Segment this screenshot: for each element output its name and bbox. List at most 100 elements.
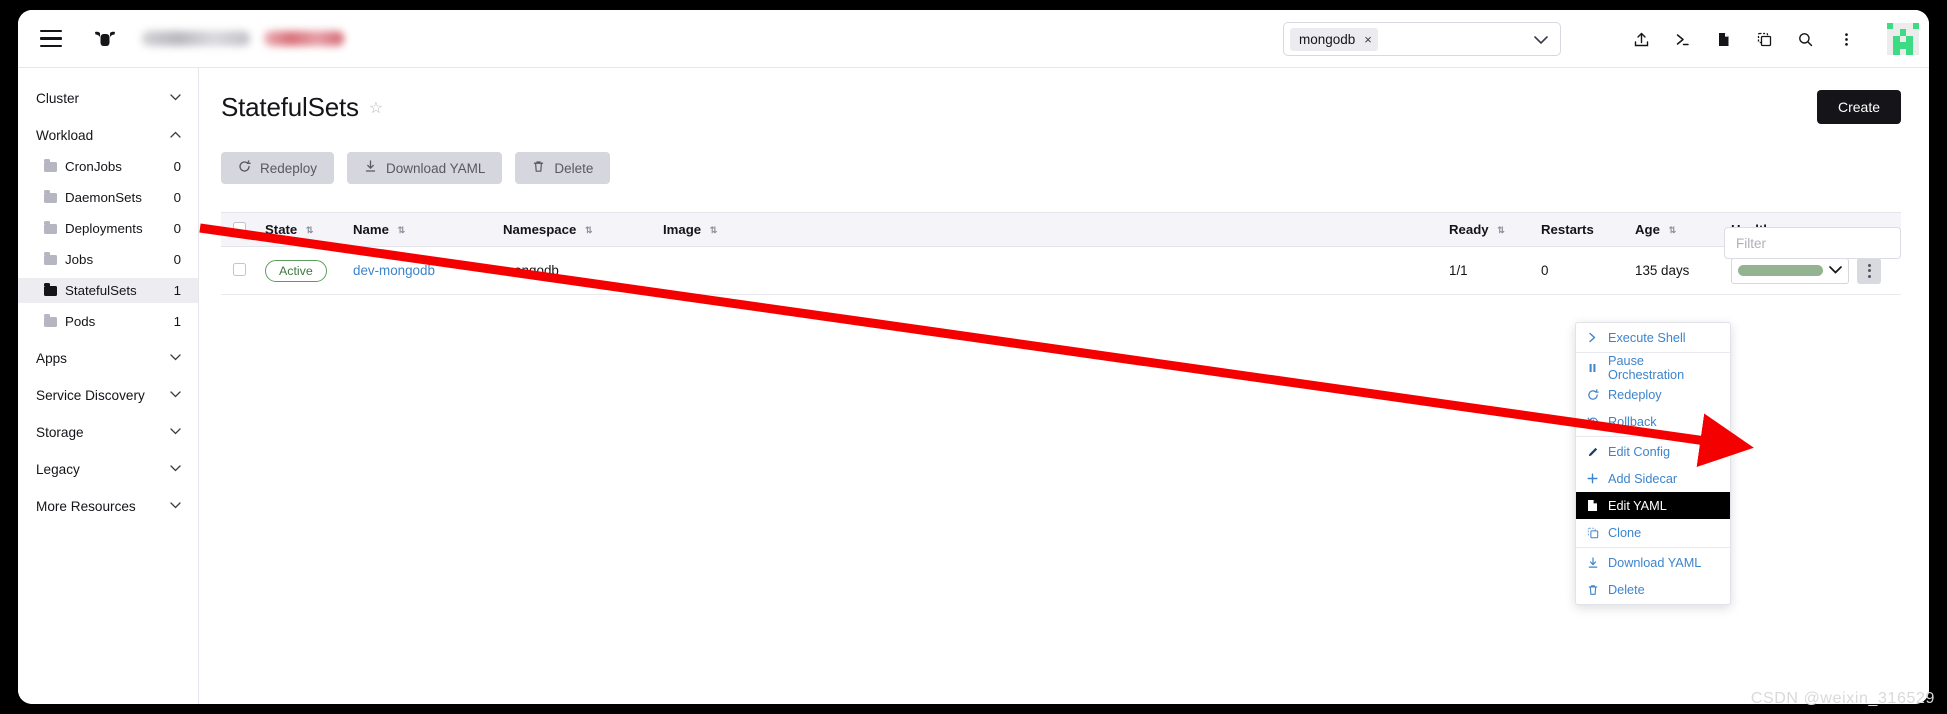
pause-icon — [1586, 363, 1599, 373]
sidebar-item-count: 0 — [173, 221, 181, 236]
chevron-down-icon — [170, 463, 181, 475]
sidebar-item-jobs[interactable]: Jobs 0 — [18, 247, 198, 272]
sort-icon: ⇅ — [709, 225, 718, 235]
import-yaml-icon[interactable] — [1621, 19, 1662, 59]
sidebar-group-storage[interactable]: Storage — [18, 419, 198, 445]
chevron-down-icon — [170, 92, 181, 104]
page-title: StatefulSets — [221, 92, 359, 122]
sidebar-item-statefulsets[interactable]: StatefulSets 1 — [18, 278, 198, 303]
clone-icon — [1586, 527, 1599, 539]
health-indicator[interactable] — [1731, 257, 1849, 284]
main-content: StatefulSets ☆ Create Redeploy Download … — [199, 68, 1929, 704]
menu-item-edit-yaml[interactable]: Edit YAML — [1576, 492, 1730, 519]
column-header-restarts: Restarts — [1535, 212, 1629, 247]
column-header-ready[interactable]: Ready ⇅ — [1443, 212, 1535, 247]
sort-icon: ⇅ — [1497, 225, 1505, 235]
sidebar-item-label: Pods — [65, 314, 96, 329]
column-header-namespace[interactable]: Namespace ⇅ — [497, 212, 657, 247]
column-header-name[interactable]: Name ⇅ — [347, 212, 497, 247]
trash-icon — [532, 160, 545, 176]
namespace-chip[interactable]: mongodb × — [1290, 27, 1378, 51]
sidebar-item-count: 0 — [173, 190, 181, 205]
download-yaml-button[interactable]: Download YAML — [347, 152, 503, 184]
menu-item-add-sidecar[interactable]: Add Sidecar — [1576, 465, 1730, 492]
sidebar-group-apps[interactable]: Apps — [18, 345, 198, 371]
chevron-down-icon[interactable] — [1534, 32, 1548, 50]
statefulset-name-link[interactable]: dev-mongodb — [353, 263, 435, 278]
menu-item-label: Clone — [1608, 525, 1642, 540]
sidebar-group-workload[interactable]: Workload — [18, 122, 198, 148]
namespace-filter-dropdown[interactable]: mongodb × — [1283, 22, 1561, 56]
sidebar-item-pods[interactable]: Pods 1 — [18, 309, 198, 334]
menu-item-execute-shell[interactable]: Execute Shell — [1576, 324, 1730, 351]
column-header-image[interactable]: Image ⇅ — [657, 212, 1443, 247]
favorite-star-icon[interactable]: ☆ — [369, 98, 383, 118]
statefulsets-table: State ⇅ Name ⇅ Namespace ⇅ Image ⇅ Ready… — [221, 212, 1901, 295]
chevron-up-icon — [170, 129, 181, 141]
row-select-cell — [221, 246, 259, 295]
copy-kubeconfig-icon[interactable] — [1744, 19, 1785, 59]
chevron-down-icon — [1829, 265, 1842, 277]
column-header-state[interactable]: State ⇅ — [259, 212, 347, 247]
sidebar-item-deployments[interactable]: Deployments 0 — [18, 216, 198, 241]
download-yaml-label: Download YAML — [386, 160, 486, 176]
row-actions-context-menu: Execute Shell Pause Orchestration Redepl… — [1575, 322, 1731, 605]
user-avatar[interactable] — [1887, 23, 1919, 55]
overflow-menu-icon[interactable] — [1826, 19, 1867, 59]
menu-item-download-yaml[interactable]: Download YAML — [1576, 549, 1730, 576]
download-icon — [364, 160, 377, 176]
sidebar-group-service-discovery[interactable]: Service Discovery — [18, 382, 198, 408]
column-header-age[interactable]: Age ⇅ — [1629, 212, 1725, 247]
toolbar-icons — [1621, 10, 1867, 68]
namespace-chip-label: mongodb — [1299, 31, 1356, 47]
chevron-down-icon — [170, 500, 181, 512]
redacted-cluster-name — [142, 31, 250, 46]
refresh-icon — [238, 160, 251, 176]
create-button[interactable]: Create — [1816, 90, 1901, 124]
menu-separator — [1576, 436, 1730, 437]
sidebar-item-count: 0 — [173, 252, 181, 267]
sidebar-item-label: DaemonSets — [65, 190, 142, 205]
folder-icon — [44, 189, 57, 203]
sidebar-item-count: 1 — [173, 283, 181, 298]
table-row[interactable]: Active dev-mongodb mongodb 1/1 0 135 day… — [221, 246, 1901, 295]
sort-icon: ⇅ — [305, 225, 314, 235]
menu-item-label: Redeploy — [1608, 387, 1662, 402]
menu-item-edit-config[interactable]: Edit Config — [1576, 438, 1730, 465]
select-all-checkbox[interactable] — [233, 221, 246, 235]
search-icon[interactable] — [1785, 19, 1826, 59]
filter-input[interactable] — [1724, 227, 1901, 259]
docs-file-icon[interactable] — [1703, 19, 1744, 59]
row-checkbox[interactable] — [233, 262, 246, 276]
sidebar-item-cronjobs[interactable]: CronJobs 0 — [18, 154, 198, 179]
sidebar-group-label: Cluster — [36, 90, 80, 106]
sidebar-item-daemonsets[interactable]: DaemonSets 0 — [18, 185, 198, 210]
menu-item-delete[interactable]: Delete — [1576, 576, 1730, 603]
sidebar-group-cluster[interactable]: Cluster — [18, 85, 198, 111]
menu-item-redeploy[interactable]: Redeploy — [1576, 381, 1730, 408]
row-actions-kebab-button[interactable] — [1857, 257, 1881, 284]
application-window: mongodb × Cluster Workload CronJobs 0 Da… — [18, 10, 1929, 704]
menu-item-label: Pause Orchestration — [1608, 353, 1685, 382]
menu-item-rollback[interactable]: Rollback — [1576, 408, 1730, 435]
sidebar-group-legacy[interactable]: Legacy — [18, 456, 198, 482]
menu-item-label: Download YAML — [1608, 555, 1702, 570]
download-icon — [1586, 556, 1599, 569]
redacted-cluster-badge — [264, 31, 344, 46]
column-label: Image — [663, 222, 702, 237]
menu-item-clone[interactable]: Clone — [1576, 519, 1730, 546]
rancher-bull-logo[interactable] — [90, 24, 120, 54]
sidebar-item-label: CronJobs — [65, 159, 122, 174]
close-icon[interactable]: × — [1364, 32, 1372, 47]
sidebar-group-more-resources[interactable]: More Resources — [18, 493, 198, 519]
hamburger-icon[interactable] — [34, 22, 68, 56]
sidebar-item-count: 1 — [173, 314, 181, 329]
delete-button[interactable]: Delete — [515, 152, 611, 184]
rollback-clock-icon — [1586, 416, 1599, 428]
kubectl-shell-icon[interactable] — [1662, 19, 1703, 59]
menu-item-label: Edit YAML — [1608, 498, 1667, 513]
sidebar-group-label: Storage — [36, 424, 84, 440]
redeploy-button[interactable]: Redeploy — [221, 152, 335, 184]
menu-item-pause-orchestration[interactable]: Pause Orchestration — [1576, 353, 1730, 382]
body-container: Cluster Workload CronJobs 0 DaemonSets 0… — [18, 68, 1929, 704]
